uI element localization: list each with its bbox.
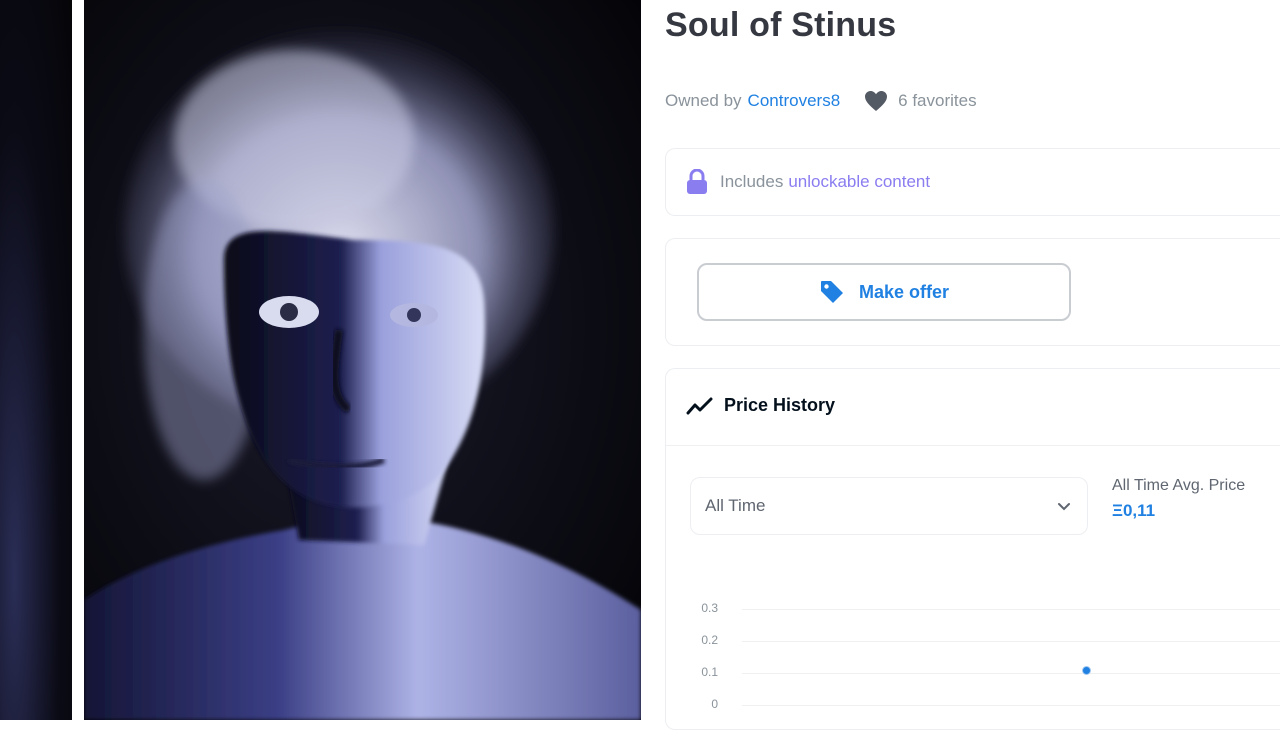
item-detail-panel: Soul of Stinus Owned by Controvers8 6 fa… (641, 0, 1280, 730)
lock-icon (686, 168, 708, 195)
y-tick-label: 0 (711, 697, 718, 711)
offer-section: Make offer (665, 238, 1280, 346)
y-tick-label: 0.3 (701, 601, 718, 615)
artwork-thumbnail-strip (0, 0, 72, 720)
gridline (742, 673, 1280, 674)
unlockable-content-banner: Includes unlockable content (665, 148, 1280, 216)
y-tick-label: 0.1 (701, 665, 718, 679)
unlockable-text: Includes unlockable content (720, 172, 930, 192)
unlockable-prefix: Includes (720, 172, 784, 191)
owner-link[interactable]: Controvers8 (748, 91, 841, 111)
time-range-select[interactable]: All Time (690, 477, 1088, 535)
gridline (742, 609, 1280, 610)
gridline (742, 641, 1280, 642)
favorites-count: 6 favorites (898, 91, 977, 110)
make-offer-button[interactable]: Make offer (697, 263, 1071, 321)
artwork-divider (72, 0, 84, 720)
price-history-title: Price History (724, 395, 836, 415)
heart-icon[interactable] (864, 90, 888, 112)
avg-price-value: Ξ0,11 (1112, 501, 1156, 520)
avg-price-block: All Time Avg. Price Ξ0,11 (1112, 477, 1245, 521)
price-history-section: Price History All Time All Time Avg. Pri… (665, 368, 1280, 730)
make-offer-label: Make offer (858, 281, 950, 302)
time-range-value: All Time (705, 496, 766, 515)
avg-price-label: All Time Avg. Price (1112, 477, 1246, 494)
item-title: Soul of Stinus (665, 6, 897, 44)
tag-icon (819, 279, 845, 305)
price-data-point[interactable] (1082, 665, 1091, 675)
trending-icon (686, 396, 714, 416)
artwork-image[interactable] (84, 0, 641, 720)
owner-row: Owned by Controvers8 6 favorites (665, 88, 977, 114)
owned-by-label: Owned by (665, 91, 742, 110)
chevron-down-icon (1055, 500, 1073, 512)
price-history-chart: 0.3 0.2 0.1 0 (690, 589, 1280, 729)
y-tick-label: 0.2 (701, 633, 718, 647)
section-divider (666, 445, 1280, 446)
unlockable-link[interactable]: unlockable content (788, 172, 930, 191)
gridline (742, 705, 1280, 706)
price-history-header[interactable]: Price History (686, 395, 835, 416)
